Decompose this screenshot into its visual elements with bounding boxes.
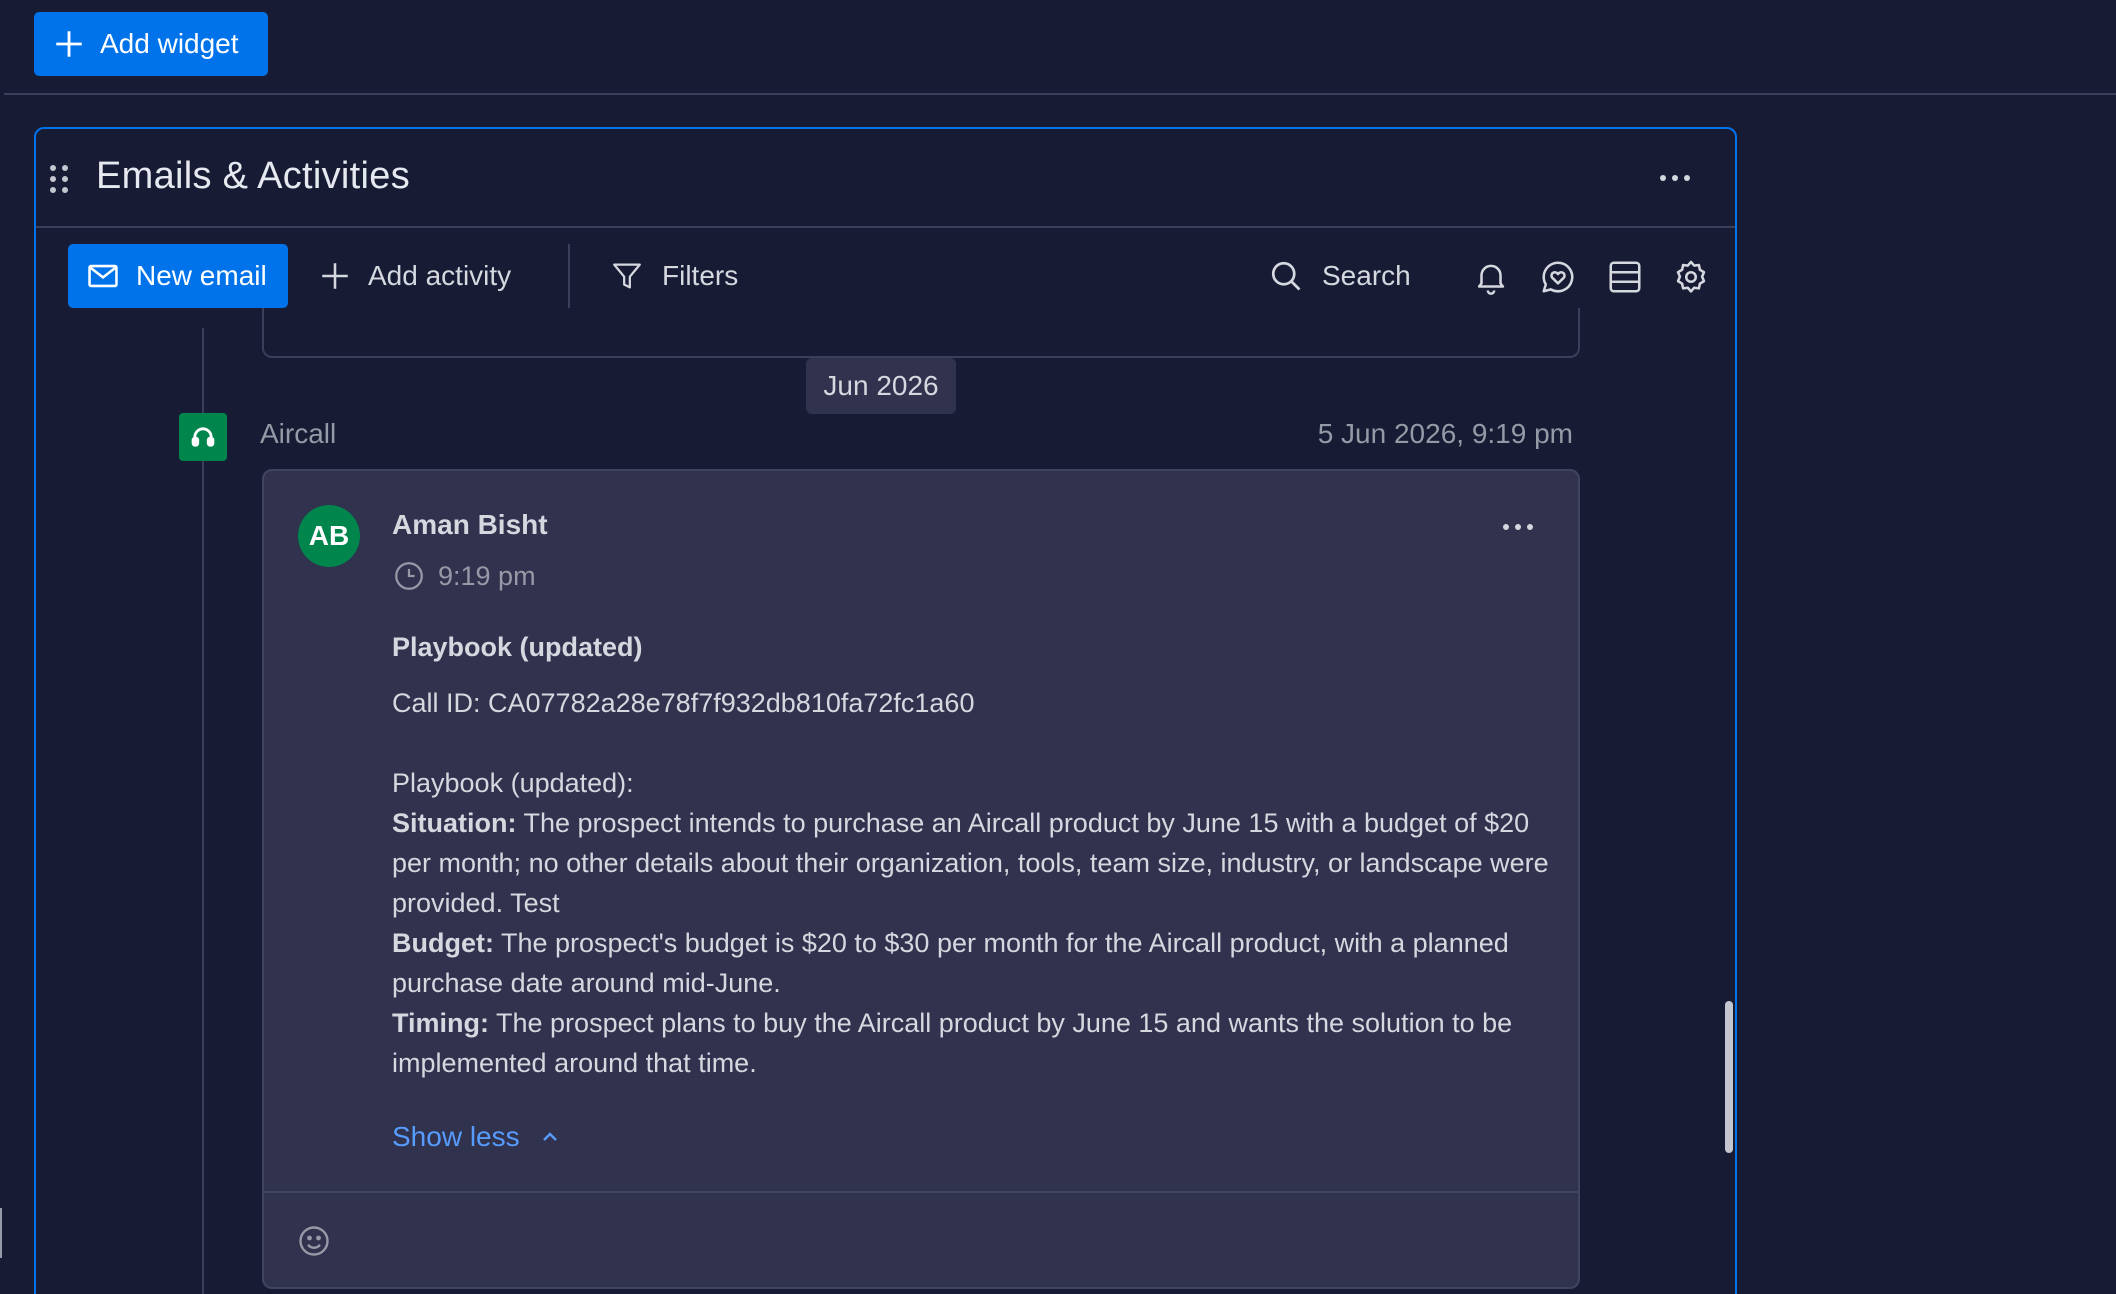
- add-widget-label: Add widget: [100, 28, 239, 59]
- add-activity-label: Add activity: [368, 260, 512, 291]
- widget-header: Emails & Activities: [36, 129, 1735, 228]
- top-divider: [4, 93, 2116, 95]
- headset-icon: [191, 427, 215, 447]
- avatar[interactable]: AB: [298, 505, 360, 567]
- situation-paragraph: Situation: The prospect intends to purch…: [392, 803, 1552, 923]
- rows-layout-icon: [1609, 261, 1641, 293]
- activity-card: AB Aman Bisht 9:19 pm Playbook (updated)…: [262, 469, 1580, 1289]
- settings-button[interactable]: [1672, 258, 1710, 296]
- smiley-icon: [299, 1226, 329, 1256]
- author-name: Aman Bisht: [392, 509, 548, 540]
- left-edge-marker: [0, 1208, 2, 1258]
- clock-icon: [395, 562, 423, 590]
- situation-label: Situation:: [392, 808, 517, 838]
- plus-icon: [322, 263, 348, 289]
- notifications-button[interactable]: [1472, 258, 1510, 296]
- month-separator-badge: Jun 2026: [806, 358, 956, 414]
- activity-source-label: Aircall: [260, 418, 337, 449]
- new-email-label: New email: [136, 260, 267, 291]
- card-footer-divider: [264, 1191, 1578, 1193]
- situation-text: The prospect intends to purchase an Airc…: [392, 808, 1549, 918]
- show-less-label: Show less: [392, 1121, 520, 1152]
- aircall-source-badge: [179, 413, 227, 461]
- more-dots-icon: [1498, 517, 1538, 537]
- search-label: Search: [1322, 260, 1411, 291]
- activity-timestamp: 5 Jun 2026, 9:19 pm: [1317, 418, 1573, 449]
- add-reaction-button[interactable]: [296, 1223, 332, 1259]
- layout-button[interactable]: [1606, 258, 1644, 296]
- budget-label: Budget:: [392, 928, 494, 958]
- widget-more-menu-button[interactable]: [1655, 163, 1695, 193]
- new-email-button[interactable]: New email: [68, 244, 288, 308]
- vertical-scrollbar[interactable]: [1725, 1001, 1733, 1153]
- activity-time: 9:19 pm: [392, 559, 536, 593]
- toolbar-separator: [568, 244, 570, 308]
- timeline-line: [202, 328, 204, 1294]
- search-button[interactable]: Search: [1268, 244, 1411, 308]
- timing-label: Timing:: [392, 1008, 489, 1038]
- previous-activity-card: [262, 308, 1580, 358]
- call-id: Call ID: CA07782a28e78f7f932db810fa72fc1…: [392, 688, 975, 718]
- chat-heart-icon: [1542, 261, 1574, 293]
- timing-paragraph: Timing: The prospect plans to buy the Ai…: [392, 1003, 1552, 1083]
- updates-button[interactable]: [1539, 258, 1577, 296]
- filters-button[interactable]: Filters: [610, 244, 738, 308]
- budget-text: The prospect's budget is $20 to $30 per …: [392, 928, 1509, 998]
- emails-activities-widget: Emails & Activities New email Add activi…: [34, 127, 1737, 1294]
- activity-feed: Jun 2026 Aircall 5 Jun 2026, 9:19 pm AB …: [36, 308, 1735, 1294]
- add-widget-button[interactable]: Add widget: [34, 12, 268, 76]
- plus-icon: [56, 31, 82, 57]
- body-heading: Playbook (updated):: [392, 768, 634, 798]
- activity-title: Playbook (updated): [392, 632, 643, 662]
- timing-text: The prospect plans to buy the Aircall pr…: [392, 1008, 1513, 1078]
- bell-icon: [1477, 264, 1505, 295]
- widget-title: Emails & Activities: [96, 155, 411, 197]
- activity-time-label: 9:19 pm: [438, 560, 536, 591]
- add-activity-button[interactable]: Add activity: [318, 244, 511, 308]
- show-less-link[interactable]: Show less: [392, 1121, 562, 1153]
- filter-icon: [613, 263, 641, 289]
- activity-body: Playbook (updated) Call ID: CA07782a28e7…: [392, 627, 1552, 1083]
- envelope-icon: [88, 264, 118, 288]
- search-icon: [1271, 261, 1301, 291]
- filters-label: Filters: [662, 260, 739, 291]
- card-more-menu-button[interactable]: [1498, 517, 1538, 537]
- page: Add widget Emails & Activities New email…: [0, 0, 2116, 1294]
- drag-handle-icon[interactable]: [50, 165, 72, 195]
- budget-paragraph: Budget: The prospect's budget is $20 to …: [392, 923, 1552, 1003]
- chevron-up-icon: [542, 1132, 557, 1141]
- more-dots-icon: [1655, 163, 1695, 193]
- gear-icon: [1676, 260, 1706, 293]
